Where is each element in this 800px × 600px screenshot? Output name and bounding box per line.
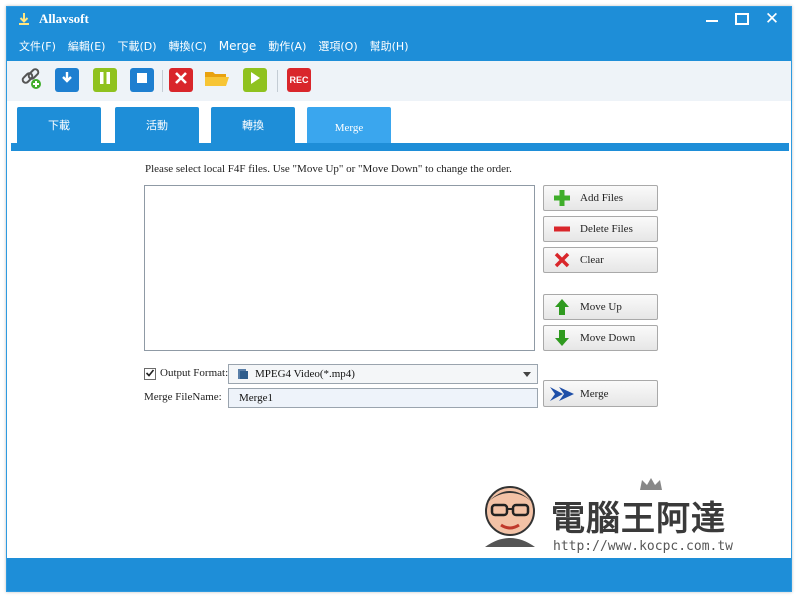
stop-icon xyxy=(135,71,149,90)
close-icon: ✕ xyxy=(764,9,780,29)
maximize-icon xyxy=(735,13,749,25)
folder-icon xyxy=(204,67,230,94)
toolbar: REC xyxy=(7,61,791,102)
watermark-mascot-icon xyxy=(475,477,545,552)
menu-bar: 文件(F) 編輯(E) 下載(D) 轉換(C) Merge 動作(A) 選項(O… xyxy=(7,31,791,61)
minimize-button[interactable] xyxy=(695,7,729,31)
record-icon: REC xyxy=(289,75,309,85)
pause-icon xyxy=(98,71,112,90)
arrow-up-icon xyxy=(544,298,580,316)
record-button[interactable]: REC xyxy=(287,68,311,92)
delete-files-button[interactable]: Delete Files xyxy=(543,216,658,242)
clear-button[interactable]: Clear xyxy=(543,247,658,273)
checkmark-icon xyxy=(145,365,155,383)
minus-icon xyxy=(544,220,580,238)
merge-filename-input[interactable] xyxy=(228,388,538,408)
delete-icon xyxy=(174,71,188,90)
tab-download[interactable]: 下載 xyxy=(17,107,101,143)
merge-arrow-icon xyxy=(544,386,580,402)
menu-file[interactable]: 文件(F) xyxy=(19,38,56,54)
watermark-title: 電腦王阿達 xyxy=(551,499,726,539)
paste-link-button[interactable] xyxy=(19,66,43,95)
merge-filename-label: Merge FileName: xyxy=(144,391,222,403)
play-icon xyxy=(248,71,262,90)
menu-merge[interactable]: Merge xyxy=(219,39,256,53)
move-down-button[interactable]: Move Down xyxy=(543,325,658,351)
add-files-button[interactable]: Add Files xyxy=(543,185,658,211)
toolbar-separator xyxy=(162,70,163,92)
menu-help[interactable]: 幫助(H) xyxy=(370,38,409,54)
output-format-select[interactable]: MPEG4 Video(*.mp4) xyxy=(228,364,538,384)
delete-files-label: Delete Files xyxy=(580,223,633,235)
watermark-url: http://www.kocpc.com.tw xyxy=(553,539,734,554)
delete-button[interactable] xyxy=(169,68,193,92)
merge-instruction: Please select local F4F files. Use "Move… xyxy=(145,163,512,175)
maximize-button[interactable] xyxy=(725,7,759,31)
video-file-icon xyxy=(237,368,249,380)
add-files-label: Add Files xyxy=(580,192,624,204)
tab-strip xyxy=(11,143,789,151)
merge-button[interactable]: Merge xyxy=(543,380,658,407)
clear-x-icon xyxy=(544,252,580,268)
menu-options[interactable]: 選項(O) xyxy=(318,38,357,54)
menu-download[interactable]: 下載(D) xyxy=(117,38,156,54)
clear-label: Clear xyxy=(580,254,604,266)
file-list[interactable] xyxy=(144,185,535,351)
app-window: Allavsoft ✕ 文件(F) 編輯(E) 下載(D) 轉換(C) Merg… xyxy=(6,6,792,592)
play-button[interactable] xyxy=(243,68,267,92)
open-folder-button[interactable] xyxy=(205,68,229,92)
minimize-icon xyxy=(706,20,718,22)
menu-convert[interactable]: 轉換(C) xyxy=(169,38,207,54)
stop-button[interactable] xyxy=(130,68,154,92)
paste-link-icon xyxy=(19,66,43,95)
move-up-button[interactable]: Move Up xyxy=(543,294,658,320)
tab-convert[interactable]: 轉換 xyxy=(211,107,295,143)
move-down-label: Move Down xyxy=(580,332,636,344)
download-icon xyxy=(59,70,75,91)
menu-edit[interactable]: 編輯(E) xyxy=(68,38,106,54)
app-title: Allavsoft xyxy=(39,11,89,26)
plus-icon xyxy=(544,189,580,207)
download-button[interactable] xyxy=(55,68,79,92)
download-arrow-icon xyxy=(17,12,31,26)
dropdown-arrow-icon xyxy=(523,372,531,377)
pause-button[interactable] xyxy=(93,68,117,92)
merge-label: Merge xyxy=(580,387,609,400)
menu-action[interactable]: 動作(A) xyxy=(268,38,306,54)
tab-activity[interactable]: 活動 xyxy=(115,107,199,143)
move-up-label: Move Up xyxy=(580,301,622,313)
toolbar-separator xyxy=(277,70,278,92)
arrow-down-icon xyxy=(544,329,580,347)
status-bar xyxy=(7,558,791,591)
output-format-checkbox[interactable] xyxy=(144,368,156,380)
output-format-label: Output Format: xyxy=(160,367,229,379)
title-bar[interactable]: Allavsoft ✕ xyxy=(7,7,791,31)
output-format-value: MPEG4 Video(*.mp4) xyxy=(255,368,355,380)
close-button[interactable]: ✕ xyxy=(755,7,789,31)
